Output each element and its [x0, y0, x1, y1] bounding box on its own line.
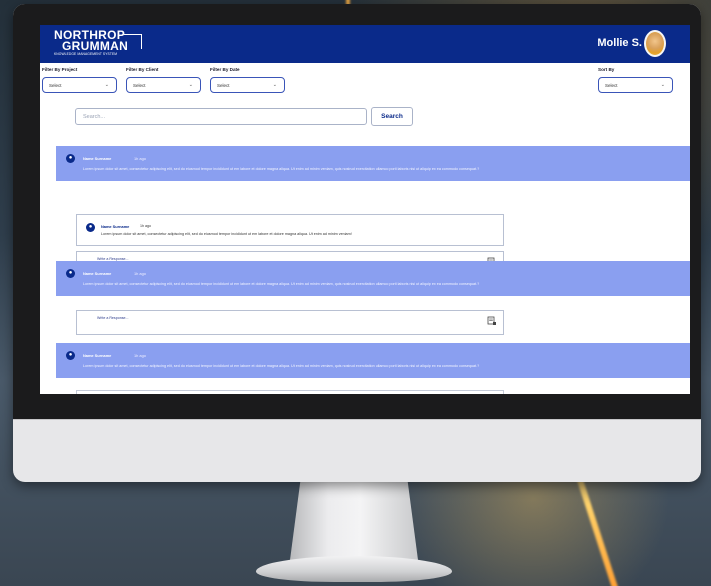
monitor-stand-base [256, 556, 452, 582]
search-placeholder: Search... [83, 114, 106, 120]
search-input[interactable]: Search... [75, 108, 367, 125]
chevron-down-icon: ⌄ [188, 82, 193, 88]
response-placeholder: Write a Response... [97, 316, 129, 320]
monitor-stand-neck [290, 482, 418, 560]
user-icon: ● [66, 269, 75, 278]
post-card[interactable]: ● Name Surname 1h ago Lorem ipsum dolor … [56, 343, 690, 378]
search-button[interactable]: Search [371, 107, 413, 126]
user-icon: ● [66, 154, 75, 163]
post-card[interactable]: ● Name Surname 1h ago Lorem ipsum dolor … [56, 146, 690, 181]
post-author[interactable]: Name Surname [83, 271, 111, 276]
user-icon: ● [66, 351, 75, 360]
user-name[interactable]: Mollie S. [597, 37, 642, 49]
filter-client-label: Filter By Client [126, 67, 159, 72]
reply-body: Lorem ipsum dolor sit amet, consectetur … [101, 232, 352, 236]
filter-client-select[interactable]: Select ⌄ [126, 77, 201, 93]
sort-select[interactable]: Select ⌄ [598, 77, 673, 93]
company-logo[interactable]: NORTHROP GRUMMAN KNOWLEDGE MANAGEMENT SY… [54, 29, 144, 60]
post-timestamp: 1h ago [134, 156, 146, 161]
post-body: Lorem ipsum dolor sit amet, consectetur … [83, 364, 480, 368]
app-screen: NORTHROP GRUMMAN KNOWLEDGE MANAGEMENT SY… [40, 25, 690, 394]
monitor-chin-divider [13, 419, 701, 420]
document-attach-icon[interactable] [487, 316, 497, 326]
top-navigation-bar: NORTHROP GRUMMAN KNOWLEDGE MANAGEMENT SY… [40, 25, 690, 63]
chevron-down-icon: ⌄ [660, 82, 665, 88]
post-author[interactable]: Name Surname [83, 156, 111, 161]
user-avatar[interactable] [644, 30, 666, 57]
post-timestamp: 1h ago [134, 271, 146, 276]
filter-bar: Filter By Project Select ⌄ Filter By Cli… [40, 65, 690, 99]
response-input[interactable]: Write a Response... [76, 310, 504, 335]
next-card-edge [76, 390, 504, 394]
user-icon: ● [86, 223, 95, 232]
filter-project-label: Filter By Project [42, 67, 78, 72]
logo-subtitle: KNOWLEDGE MANAGEMENT SYSTEM [54, 52, 118, 56]
chevron-down-icon: ⌄ [272, 82, 277, 88]
chevron-down-icon: ⌄ [104, 82, 109, 88]
filter-client-value: Select [133, 83, 146, 88]
reply-card: ● Name Surname 1h ago Lorem ipsum dolor … [76, 214, 504, 246]
sort-label: Sort By [598, 67, 615, 72]
sort-value: Select [605, 83, 618, 88]
post-body: Lorem ipsum dolor sit amet, consectetur … [83, 282, 480, 286]
post-card[interactable]: ● Name Surname 1h ago Lorem ipsum dolor … [56, 261, 690, 296]
post-body: Lorem ipsum dolor sit amet, consectetur … [83, 167, 480, 171]
reply-timestamp: 1h ago [140, 224, 151, 228]
filter-date-value: Select [217, 83, 230, 88]
filter-project-select[interactable]: Select ⌄ [42, 77, 117, 93]
reply-author[interactable]: Name Surname [101, 224, 129, 229]
post-timestamp: 1h ago [134, 353, 146, 358]
filter-date-select[interactable]: Select ⌄ [210, 77, 285, 93]
filter-date-label: Filter By Date [210, 67, 240, 72]
filter-project-value: Select [49, 83, 62, 88]
logo-bracket [124, 34, 142, 49]
post-author[interactable]: Name Surname [83, 353, 111, 358]
